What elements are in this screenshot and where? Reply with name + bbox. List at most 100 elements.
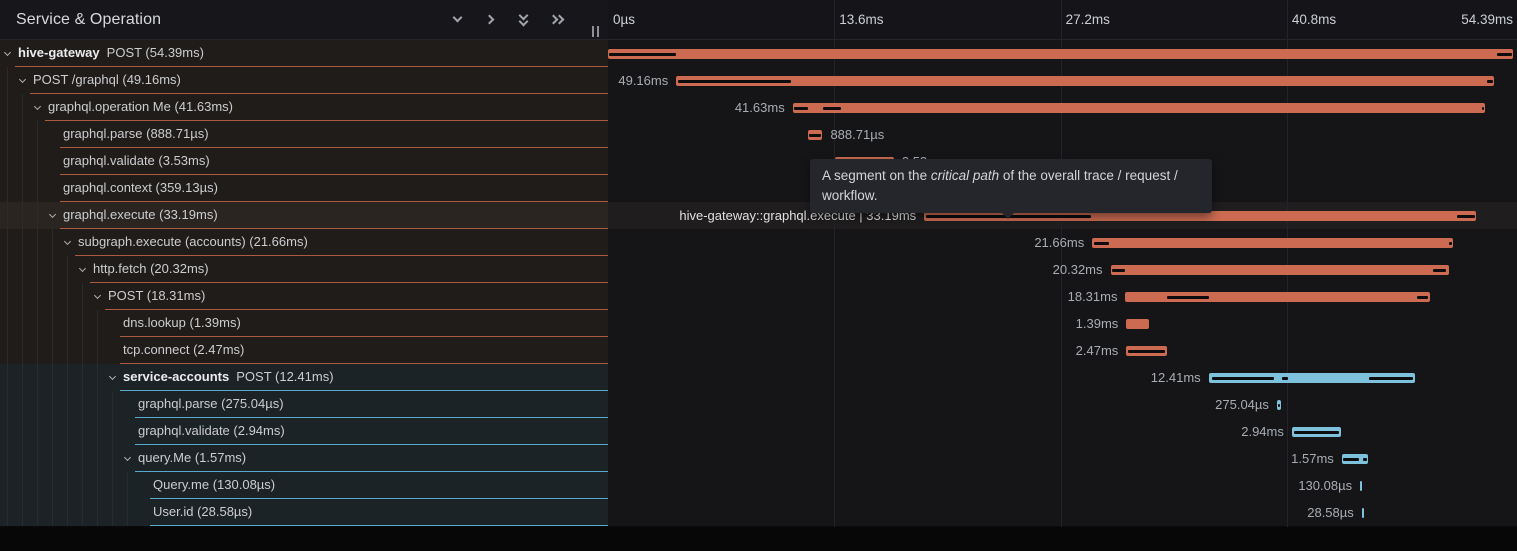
- span-tree-cell[interactable]: query.Me (1.57ms): [0, 445, 608, 472]
- indent-guide: [82, 337, 83, 364]
- double-chevron-right-icon[interactable]: [550, 12, 566, 28]
- span-row[interactable]: graphql.validate (2.94ms)2.94ms: [0, 418, 1517, 445]
- span-timeline-cell[interactable]: 28.58µs: [608, 499, 1517, 526]
- indent-guide: [7, 472, 8, 499]
- chevron-down-icon[interactable]: [451, 12, 467, 28]
- span-timeline-cell[interactable]: 1.39ms: [608, 310, 1517, 337]
- span-row[interactable]: graphql.execute (33.19ms)hive-gateway::g…: [0, 202, 1517, 229]
- indent-guide: [82, 364, 83, 391]
- indent-guide: [52, 283, 53, 310]
- span-row[interactable]: User.id (28.58µs)28.58µs: [0, 499, 1517, 526]
- span-tree-cell[interactable]: dns.lookup (1.39ms): [0, 310, 608, 337]
- span-tree-cell[interactable]: POST (18.31ms): [0, 283, 608, 310]
- span-tree-cell[interactable]: Query.me (130.08µs): [0, 472, 608, 499]
- span-row[interactable]: query.Me (1.57ms)1.57ms: [0, 445, 1517, 472]
- span-timeline-cell[interactable]: 21.66ms: [608, 229, 1517, 256]
- row-underline: [150, 525, 608, 526]
- critical-path-segment: [678, 80, 791, 83]
- span-timeline-cell[interactable]: 12.41ms: [608, 364, 1517, 391]
- indent-guide: [97, 391, 98, 418]
- span-duration-label: 41.63ms: [735, 94, 785, 121]
- row-underline: [120, 336, 608, 337]
- span-row[interactable]: Query.me (130.08µs)130.08µs: [0, 472, 1517, 499]
- span-tree-cell[interactable]: graphql.parse (888.71µs): [0, 121, 608, 148]
- span-tree-cell[interactable]: POST /graphql (49.16ms): [0, 67, 608, 94]
- critical-path-segment: [794, 107, 807, 110]
- span-timeline-cell[interactable]: 2.94ms: [608, 418, 1517, 445]
- span-row[interactable]: tcp.connect (2.47ms)2.47ms: [0, 337, 1517, 364]
- expand-chevron-icon[interactable]: [19, 76, 26, 83]
- span-tree-cell[interactable]: service-accountsPOST (12.41ms): [0, 364, 608, 391]
- span-timeline-cell[interactable]: 49.16ms: [608, 67, 1517, 94]
- axis-tick-label: 0µs: [613, 12, 635, 27]
- span-row[interactable]: graphql.parse (275.04µs) 275.04µs: [0, 391, 1517, 418]
- span-row[interactable]: POST /graphql (49.16ms)49.16ms: [0, 67, 1517, 94]
- span-tree-cell[interactable]: graphql.validate (2.94ms): [0, 418, 608, 445]
- span-timeline-cell[interactable]: 20.32ms: [608, 256, 1517, 283]
- span-tree-cell[interactable]: graphql.execute (33.19ms): [0, 202, 608, 229]
- span-duration-label: 275.04µs: [1215, 391, 1269, 418]
- span-timeline-cell[interactable]: 130.08µs: [608, 472, 1517, 499]
- indent-guide: [7, 364, 8, 391]
- span-row[interactable]: service-accountsPOST (12.41ms)12.41ms: [0, 364, 1517, 391]
- span-row[interactable]: graphql.context (359.13µs)359.13µs: [0, 175, 1517, 202]
- span-bar[interactable]: [1092, 238, 1452, 248]
- span-bar[interactable]: [1342, 454, 1368, 464]
- span-tree-cell[interactable]: graphql.parse (275.04µs): [0, 391, 608, 418]
- span-tree-cell[interactable]: graphql.context (359.13µs): [0, 175, 608, 202]
- span-tree-cell[interactable]: http.fetch (20.32ms): [0, 256, 608, 283]
- indent-guide: [22, 175, 23, 202]
- span-tree-cell[interactable]: hive-gatewayPOST (54.39ms): [0, 40, 608, 67]
- span-timeline-cell[interactable]: 18.31ms: [608, 283, 1517, 310]
- span-bar[interactable]: [1209, 373, 1415, 383]
- indent-guide: [22, 337, 23, 364]
- span-row[interactable]: hive-gatewayPOST (54.39ms): [0, 40, 1517, 67]
- expand-chevron-icon[interactable]: [64, 238, 71, 245]
- critical-path-segment: [1497, 53, 1512, 56]
- expand-chevron-icon[interactable]: [4, 49, 11, 56]
- span-timeline-cell[interactable]: 41.63ms: [608, 94, 1517, 121]
- span-row[interactable]: http.fetch (20.32ms)20.32ms: [0, 256, 1517, 283]
- span-tree-cell[interactable]: User.id (28.58µs): [0, 499, 608, 526]
- span-timeline-cell[interactable]: 275.04µs: [608, 391, 1517, 418]
- span-bar[interactable]: [1125, 292, 1430, 302]
- span-bar[interactable]: [1360, 481, 1362, 491]
- expand-chevron-icon[interactable]: [109, 373, 116, 380]
- span-row[interactable]: graphql.parse (888.71µs)888.71µs: [0, 121, 1517, 148]
- span-bar[interactable]: [1277, 400, 1282, 410]
- span-timeline-cell[interactable]: 888.71µs: [608, 121, 1517, 148]
- expand-chevron-icon[interactable]: [49, 211, 56, 218]
- panel-title: Service & Operation: [16, 11, 161, 29]
- critical-path-segment: [1094, 242, 1109, 245]
- row-underline: [120, 363, 608, 364]
- span-bar[interactable]: [1111, 265, 1449, 275]
- expand-chevron-icon[interactable]: [79, 265, 86, 272]
- panel-resize-handle[interactable]: [591, 26, 601, 38]
- span-bar[interactable]: [608, 49, 1513, 59]
- span-bar[interactable]: [1126, 346, 1167, 356]
- double-chevron-down-icon[interactable]: [517, 12, 533, 28]
- span-timeline-cell[interactable]: 2.47ms: [608, 337, 1517, 364]
- span-row[interactable]: dns.lookup (1.39ms)1.39ms: [0, 310, 1517, 337]
- span-bar[interactable]: [1292, 427, 1341, 437]
- span-row[interactable]: POST (18.31ms)18.31ms: [0, 283, 1517, 310]
- chevron-right-icon[interactable]: [484, 12, 500, 28]
- span-bar[interactable]: [793, 103, 1486, 113]
- expand-chevron-icon[interactable]: [34, 103, 41, 110]
- span-bar[interactable]: [1126, 319, 1149, 329]
- span-tree-cell[interactable]: graphql.validate (3.53ms): [0, 148, 608, 175]
- span-bar[interactable]: [1362, 508, 1364, 518]
- span-row[interactable]: graphql.operation Me (41.63ms) 41.63ms: [0, 94, 1517, 121]
- span-row[interactable]: graphql.validate (3.53ms)3.53ms: [0, 148, 1517, 175]
- span-row[interactable]: subgraph.execute (accounts) (21.66ms)21.…: [0, 229, 1517, 256]
- indent-guide: [22, 148, 23, 175]
- span-timeline-cell[interactable]: [608, 40, 1517, 67]
- expand-chevron-icon[interactable]: [124, 454, 131, 461]
- span-tree-cell[interactable]: graphql.operation Me (41.63ms): [0, 94, 608, 121]
- span-timeline-cell[interactable]: 1.57ms: [608, 445, 1517, 472]
- expand-chevron-icon[interactable]: [94, 292, 101, 299]
- span-tree-cell[interactable]: subgraph.execute (accounts) (21.66ms): [0, 229, 608, 256]
- span-bar[interactable]: [808, 130, 823, 140]
- span-tree-cell[interactable]: tcp.connect (2.47ms): [0, 337, 608, 364]
- span-bar[interactable]: [676, 76, 1494, 86]
